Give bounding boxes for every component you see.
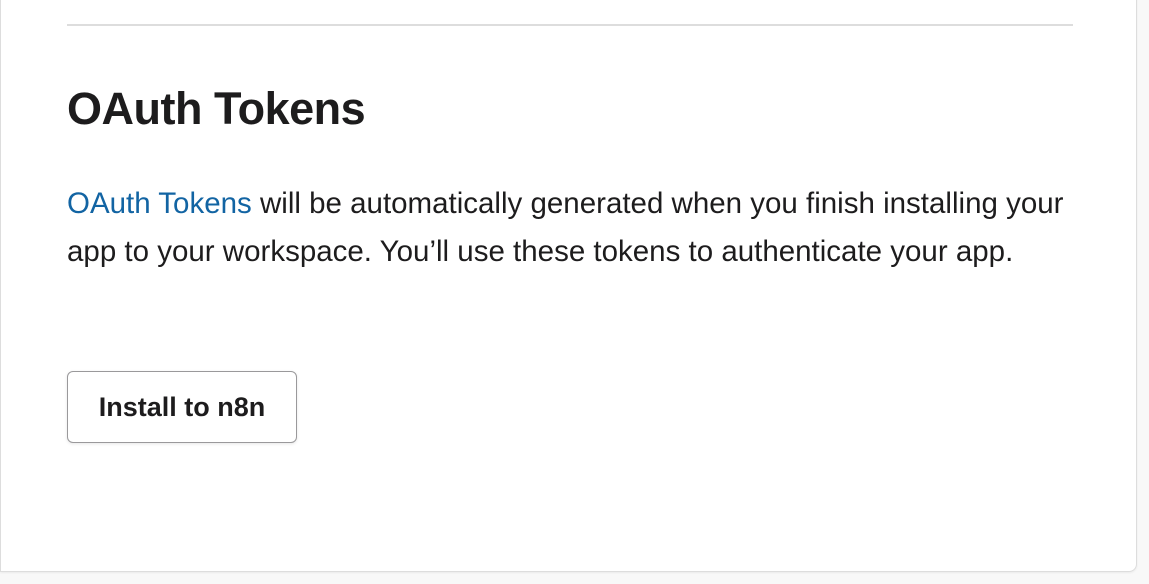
oauth-tokens-card: OAuth Tokens OAuth Tokens will be automa… bbox=[0, 0, 1137, 572]
section-divider bbox=[67, 24, 1073, 26]
oauth-tokens-link[interactable]: OAuth Tokens bbox=[67, 187, 252, 220]
section-description: OAuth Tokens will be automatically gener… bbox=[67, 180, 1087, 276]
install-to-workspace-button[interactable]: Install to n8n bbox=[67, 371, 297, 443]
section-title: OAuth Tokens bbox=[67, 83, 366, 134]
